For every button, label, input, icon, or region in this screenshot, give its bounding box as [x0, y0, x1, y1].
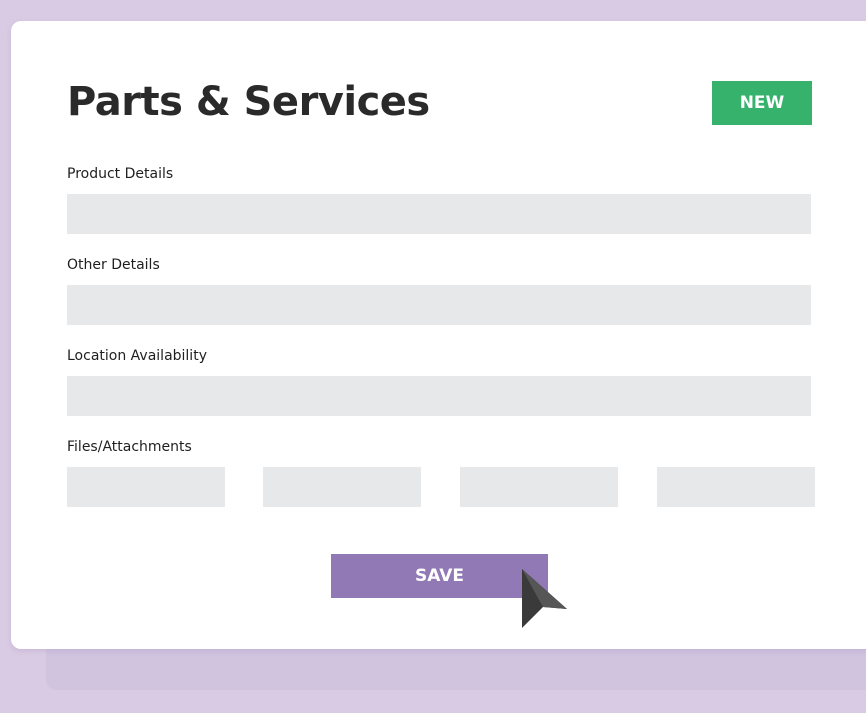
files-attachments-label: Files/Attachments	[67, 439, 192, 455]
attachment-slot-4[interactable]	[657, 467, 815, 507]
other-details-label: Other Details	[67, 257, 160, 273]
parts-services-form: Parts & Services NEW Product Details Oth…	[11, 21, 866, 649]
attachment-slot-2[interactable]	[263, 467, 421, 507]
product-details-label: Product Details	[67, 166, 174, 182]
other-details-input[interactable]	[67, 285, 811, 325]
new-button[interactable]: NEW	[712, 81, 812, 125]
location-availability-input[interactable]	[67, 376, 811, 416]
page-title: Parts & Services	[67, 79, 430, 125]
attachment-slot-3[interactable]	[460, 467, 618, 507]
location-availability-label: Location Availability	[67, 348, 207, 364]
attachment-slot-1[interactable]	[67, 467, 225, 507]
product-details-input[interactable]	[67, 194, 811, 234]
save-button[interactable]: SAVE	[331, 554, 548, 598]
